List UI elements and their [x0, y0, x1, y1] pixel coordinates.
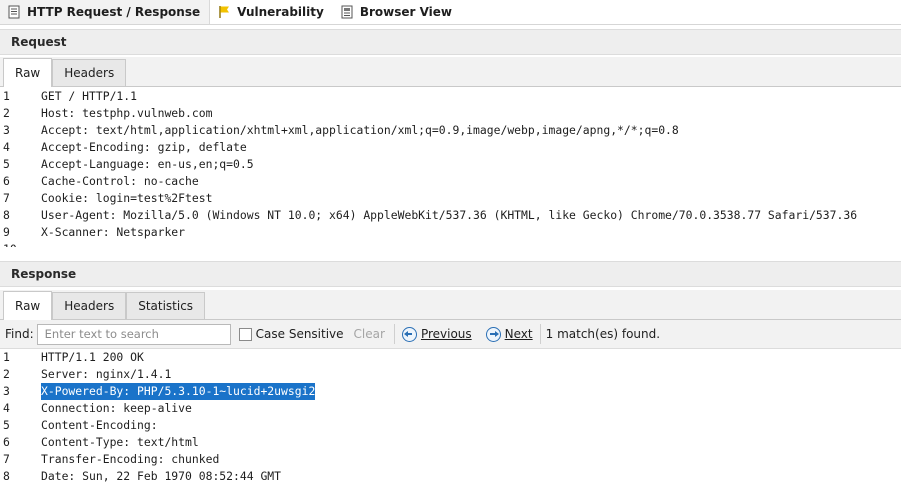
line-text: Host: testphp.vulnweb.com: [41, 106, 213, 120]
line-number: 1: [3, 350, 10, 364]
response-tab-statistics[interactable]: Statistics: [126, 292, 206, 319]
code-line: 4 Accept-Encoding: gzip, deflate: [0, 139, 901, 156]
line-number: 8: [3, 208, 10, 222]
line-text: X-Scanner: Netsparker: [41, 225, 186, 239]
line-number: 5: [3, 418, 10, 432]
line-text: HTTP/1.1 200 OK: [41, 350, 144, 364]
case-sensitive-label: Case Sensitive: [255, 327, 344, 341]
line-number: 4: [3, 140, 10, 154]
line-number: 7: [3, 191, 10, 205]
tab-vulnerability[interactable]: Vulnerability: [210, 0, 333, 24]
line-number: 9: [3, 225, 10, 239]
code-line: 7 Transfer-Encoding: chunked: [0, 451, 901, 468]
next-button[interactable]: Next: [484, 326, 535, 342]
arrow-left-icon: [401, 326, 417, 342]
line-number: 1: [3, 89, 10, 103]
code-line: 10: [0, 241, 901, 247]
request-view-tabs: Raw Headers: [0, 57, 901, 87]
line-number: 7: [3, 452, 10, 466]
code-line: 7 Cookie: login=test%2Ftest: [0, 190, 901, 207]
line-number: 8: [3, 469, 10, 483]
line-number: 4: [3, 401, 10, 415]
case-sensitive-checkbox[interactable]: [238, 327, 252, 341]
code-line: 3 Accept: text/html,application/xhtml+xml…: [0, 122, 901, 139]
response-tab-raw[interactable]: Raw: [3, 291, 53, 320]
match-status: 1 match(es) found.: [545, 327, 661, 341]
line-text: Accept: text/html,application/xhtml+xml,…: [41, 123, 679, 137]
line-text: Accept-Encoding: gzip, deflate: [41, 140, 247, 154]
code-line: 5 Content-Encoding:: [0, 417, 901, 434]
line-text: Date: Sun, 22 Feb 1970 08:52:44 GMT: [41, 469, 282, 483]
line-text: GET / HTTP/1.1: [41, 89, 138, 103]
code-line: 2 Host: testphp.vulnweb.com: [0, 105, 901, 122]
code-line: 8 User-Agent: Mozilla/5.0 (Windows NT 10.…: [0, 207, 901, 224]
response-section-header: Response: [0, 261, 901, 287]
response-tab-headers[interactable]: Headers: [52, 292, 127, 319]
line-text: Connection: keep-alive: [41, 401, 192, 415]
request-raw-editor[interactable]: 1 GET / HTTP/1.1 2 Host: testphp.vulnweb.co…: [0, 87, 901, 247]
code-line: 2 Server: nginx/1.4.1: [0, 366, 901, 383]
top-tab-bar: HTTP Request / Response Vulnerability Br…: [0, 0, 901, 25]
code-line: 1 GET / HTTP/1.1: [0, 88, 901, 105]
line-number: 6: [3, 174, 10, 188]
code-line: 6 Cache-Control: no-cache: [0, 173, 901, 190]
tab-label: Vulnerability: [237, 5, 324, 19]
page-icon: [340, 5, 354, 19]
highlighted-match: X-Powered-By: PHP/5.3.10-1~lucid+2uwsgi2: [41, 383, 316, 400]
line-text: Content-Encoding:: [41, 418, 158, 432]
tab-label: HTTP Request / Response: [27, 5, 201, 19]
tab-label: Browser View: [359, 5, 452, 19]
line-number: 3: [3, 123, 10, 137]
toolbar-separator: [393, 324, 395, 344]
line-text: Cookie: login=test%2Ftest: [41, 191, 213, 205]
code-line: 5 Accept-Language: en-us,en;q=0.5: [0, 156, 901, 173]
next-label: Next: [504, 327, 533, 341]
previous-label: Previous: [420, 327, 472, 341]
line-number: 6: [3, 435, 10, 449]
request-tab-raw[interactable]: Raw: [3, 58, 53, 87]
line-number: 2: [3, 106, 10, 120]
find-toolbar: Find: Case Sensitive Clear Previous Next…: [0, 320, 901, 349]
line-text: Server: nginx/1.4.1: [41, 367, 172, 381]
code-line: 1 HTTP/1.1 200 OK: [0, 349, 901, 366]
code-line: 9 X-Scanner: Netsparker: [0, 224, 901, 241]
line-number: 10: [0, 241, 41, 247]
toolbar-separator: [539, 324, 541, 344]
request-tab-headers[interactable]: Headers: [52, 59, 127, 86]
response-view-tabs: Raw Headers Statistics: [0, 290, 901, 320]
line-text: Cache-Control: no-cache: [41, 174, 199, 188]
document-icon: [7, 5, 21, 19]
code-line: 8 Date: Sun, 22 Feb 1970 08:52:44 GMT: [0, 468, 901, 485]
tab-http-request-response[interactable]: HTTP Request / Response: [0, 0, 211, 24]
code-line: 3 X-Powered-By: PHP/5.3.10-1~lucid+2uwsgi…: [0, 383, 901, 400]
find-label: Find:: [5, 327, 34, 341]
arrow-right-icon: [485, 326, 501, 342]
line-text: User-Agent: Mozilla/5.0 (Windows NT 10.0…: [41, 208, 858, 222]
line-number: 3: [3, 384, 10, 398]
line-text: Transfer-Encoding: chunked: [41, 452, 220, 466]
line-text: Accept-Language: en-us,en;q=0.5: [41, 157, 254, 171]
clear-button[interactable]: Clear: [350, 327, 389, 341]
line-number: 2: [3, 367, 10, 381]
find-input[interactable]: [36, 323, 231, 345]
line-text: Content-Type: text/html: [41, 435, 199, 449]
request-section-header: Request: [0, 29, 901, 55]
response-raw-editor[interactable]: 1 HTTP/1.1 200 OK 2 Server: nginx/1.4.1 3 X-P…: [0, 349, 901, 485]
code-line: 6 Content-Type: text/html: [0, 434, 901, 451]
previous-button[interactable]: Previous: [400, 326, 474, 342]
line-number: 5: [3, 157, 10, 171]
tab-browser-view[interactable]: Browser View: [333, 0, 461, 24]
code-line: 4 Connection: keep-alive: [0, 400, 901, 417]
flag-icon: [217, 5, 231, 19]
